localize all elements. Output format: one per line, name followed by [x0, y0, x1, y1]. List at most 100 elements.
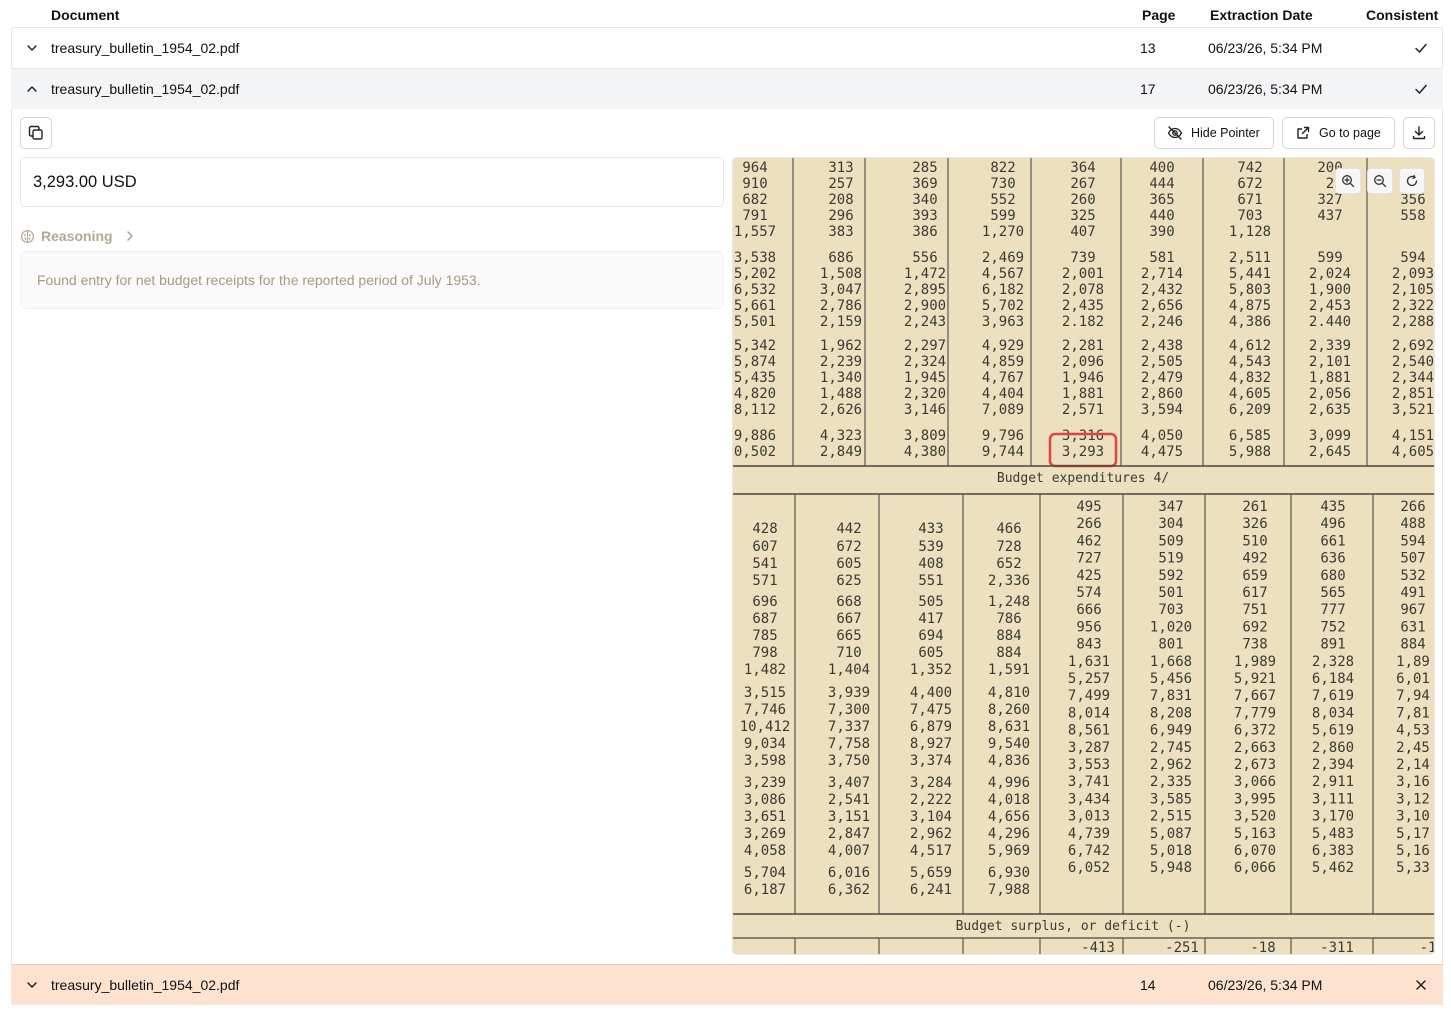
table-cell: 3,316	[1062, 428, 1104, 444]
table-cell: 2,626	[820, 402, 862, 418]
table-cell: -413	[1081, 940, 1115, 955]
table-cell: 444	[1149, 176, 1174, 192]
table-cell: 599	[990, 208, 1015, 224]
table-cell: 751	[1242, 602, 1267, 618]
table-cell: 2,45	[1396, 740, 1430, 756]
table-cell: 2,714	[1141, 266, 1183, 282]
table-cell: 2,900	[904, 298, 946, 314]
table-row[interactable]: treasury_bulletin_1954_02.pdf 14 06/23/2…	[11, 964, 1443, 1005]
table-cell: 730	[990, 176, 1015, 192]
table-cell: 2,093	[1392, 266, 1434, 282]
download-icon	[1412, 126, 1426, 140]
extracted-value-field[interactable]: 3,293.00 USD	[20, 157, 724, 207]
table-cell: 884	[996, 645, 1021, 661]
table-cell: 539	[918, 539, 943, 555]
table-cell: 442	[836, 521, 861, 537]
table-cell: 3,809	[904, 428, 946, 444]
copy-button[interactable]	[20, 117, 52, 149]
table-cell: 2,435	[1062, 298, 1104, 314]
table-cell: 3,16	[1396, 774, 1430, 790]
table-cell: 208	[828, 192, 853, 208]
table-cell: 6,383	[1312, 843, 1354, 859]
table-cell: 6,209	[1229, 402, 1271, 418]
table-header: Document Page Extraction Date Consistent	[0, 0, 1451, 28]
table-cell: 5,163	[1234, 826, 1276, 842]
table-cell: 2,635	[1309, 402, 1351, 418]
table-cell: 565	[1320, 585, 1345, 601]
table-cell: 2,847	[828, 826, 870, 842]
table-cell: 964	[742, 160, 767, 176]
table-cell: 5,441	[1229, 266, 1271, 282]
table-cell: 2,344	[1392, 370, 1434, 386]
table-cell: 2,851	[1392, 386, 1434, 402]
table-cell: 2,692	[1392, 338, 1434, 354]
section-title: Budget surplus, or deficit (-)	[956, 919, 1191, 934]
table-cell: 2,001	[1062, 266, 1104, 282]
table-cell: 2,288	[1392, 314, 1434, 330]
table-cell: 822	[990, 160, 1015, 176]
table-cell: 383	[828, 224, 853, 240]
table-row[interactable]: treasury_bulletin_1954_02.pdf 13 06/23/2…	[11, 28, 1443, 69]
table-cell: 0,502	[734, 444, 776, 460]
table-cell: 3,111	[1312, 791, 1354, 807]
table-cell: 1,508	[820, 266, 862, 282]
table-cell: 6,182	[982, 282, 1024, 298]
download-button[interactable]	[1403, 117, 1435, 149]
column-header-document[interactable]: Document	[51, 7, 119, 23]
reset-view-button[interactable]	[1399, 168, 1425, 194]
table-cell: 680	[1320, 568, 1345, 584]
table-cell: 967	[1400, 602, 1425, 618]
table-cell: -18	[1250, 940, 1275, 955]
table-cell: 1,946	[1062, 370, 1104, 386]
table-cell: 327	[1317, 192, 1342, 208]
table-cell: 4,543	[1229, 354, 1271, 370]
table-cell: 4,517	[910, 843, 952, 859]
table-cell: 7,988	[988, 882, 1030, 898]
zoom-in-button[interactable]	[1335, 168, 1361, 194]
table-cell: 4,605	[1392, 444, 1434, 460]
document-viewer[interactable]: 964 910 682 791 1,557 3,538 5,202 6,532 5,661 5,5…	[732, 157, 1435, 955]
table-cell: 386	[912, 224, 937, 240]
table-cell: 5,018	[1150, 843, 1192, 859]
table-cell: 2,849	[820, 444, 862, 460]
column-header-extraction-date[interactable]: Extraction Date	[1210, 7, 1313, 23]
table-cell: 6,052	[1068, 860, 1110, 876]
table-cell: 304	[1158, 516, 1183, 532]
table-cell: 4,567	[982, 266, 1024, 282]
hide-pointer-button[interactable]: Hide Pointer	[1154, 117, 1274, 149]
table-cell: 7,746	[744, 702, 786, 718]
table-cell: 2,673	[1234, 757, 1276, 773]
table-cell: 3,538	[734, 250, 776, 266]
column-header-consistent[interactable]: Consistent	[1366, 7, 1438, 23]
table-cell: 3,104	[910, 809, 952, 825]
table-row-expanded[interactable]: treasury_bulletin_1954_02.pdf 17 06/23/2…	[11, 69, 1443, 109]
table-cell: 407	[1070, 224, 1095, 240]
reasoning-toggle[interactable]: Reasoning	[20, 228, 137, 244]
page-number: 17	[1140, 81, 1156, 97]
column-header-page[interactable]: Page	[1142, 7, 1175, 23]
table-cell: 2,860	[1141, 386, 1183, 402]
table-cell: 437	[1317, 208, 1342, 224]
table-cell: 495	[1076, 499, 1101, 515]
zoom-out-button[interactable]	[1367, 168, 1393, 194]
table-cell: 5,435	[734, 370, 776, 386]
table-cell: 7,499	[1068, 688, 1110, 704]
extraction-date: 06/23/26, 5:34 PM	[1208, 81, 1323, 97]
chevron-down-icon[interactable]	[25, 41, 39, 55]
chevron-down-icon[interactable]	[25, 978, 39, 992]
table-cell: 3,086	[744, 792, 786, 808]
go-to-page-button[interactable]: Go to page	[1282, 117, 1395, 149]
table-cell: 1,482	[744, 662, 786, 678]
table-cell: 801	[1158, 637, 1183, 653]
brain-icon	[20, 229, 35, 243]
table-cell: 6,241	[910, 882, 952, 898]
chevron-up-icon[interactable]	[25, 82, 39, 96]
reasoning-text: Found entry for net budget receipts for …	[20, 251, 724, 309]
table-cell: 2,656	[1141, 298, 1183, 314]
table-cell: 4,739	[1068, 826, 1110, 842]
table-cell: 8,208	[1150, 705, 1192, 721]
table-cell: 5,456	[1150, 671, 1192, 687]
table-cell: 594	[1400, 533, 1425, 549]
table-cell: 9,034	[744, 736, 786, 752]
extraction-date: 06/23/26, 5:34 PM	[1208, 40, 1323, 56]
